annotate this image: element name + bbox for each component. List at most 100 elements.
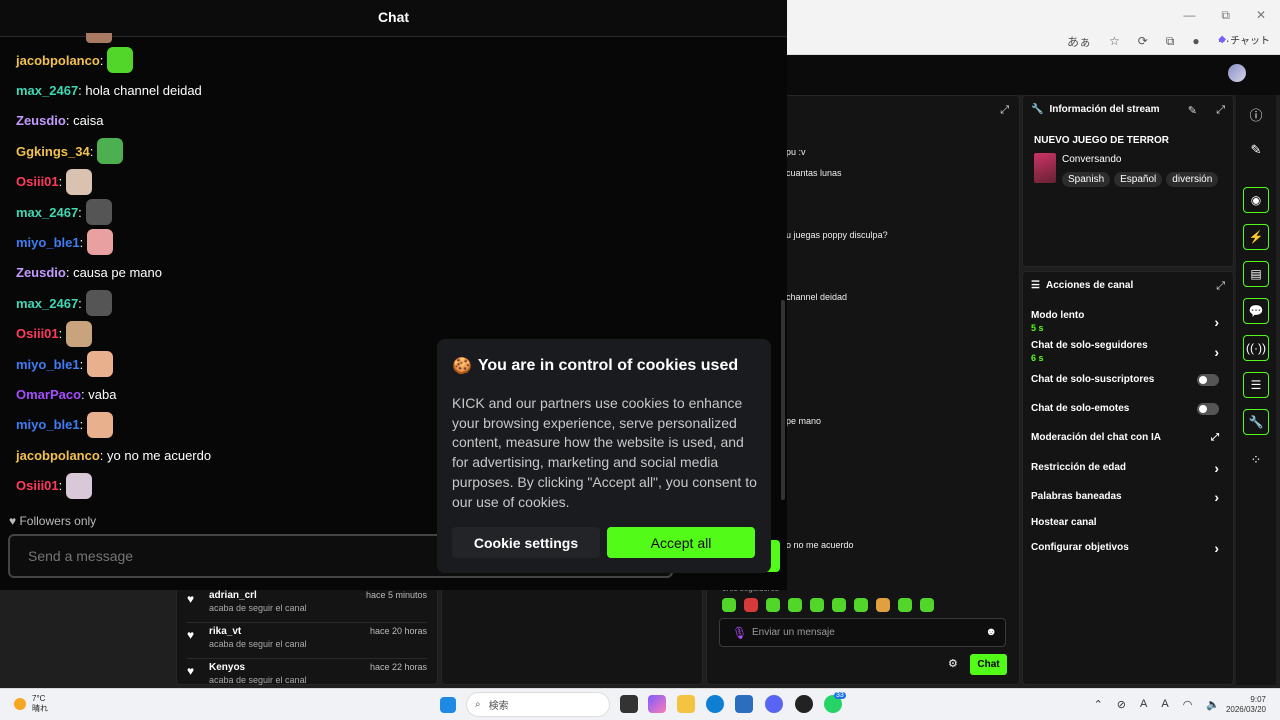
emote-button[interactable] [722, 598, 736, 612]
follower-row[interactable]: ♥ rika_vt hace 20 horas acaba de seguir el … [187, 626, 427, 659]
chat-username[interactable]: miyo_ble1 [16, 357, 80, 372]
channel-action-row[interactable]: Chat de solo-seguidores 6 s › [1031, 340, 1223, 363]
external-link-icon[interactable]: ⤢ [1211, 432, 1219, 443]
network-icon[interactable]: ⊘ [1117, 698, 1126, 711]
channel-action-row[interactable]: Hostear canal [1031, 517, 1223, 528]
chat-username[interactable]: jacobpolanco [16, 448, 100, 463]
popout-icon[interactable]: ⤢ [1216, 104, 1225, 117]
task-view-icon[interactable] [620, 695, 638, 713]
follower-row[interactable]: ♥ adrian_crl hace 5 minutos acaba de seguir… [187, 590, 427, 623]
emote-button[interactable] [832, 598, 846, 612]
profile-icon[interactable]: ● [1192, 34, 1199, 48]
channel-action-row[interactable]: Chat de solo-suscriptores [1031, 374, 1223, 386]
copilot-button[interactable]: ◆ チャット [1218, 32, 1270, 47]
taskbar-search[interactable]: ⌕ 検索 [466, 692, 610, 717]
restore-button[interactable]: ⧉ [1221, 8, 1230, 23]
copilot-app-icon[interactable] [648, 695, 666, 713]
chevron-right-icon[interactable]: › [1214, 314, 1219, 330]
obs-icon[interactable] [795, 695, 813, 713]
favorite-icon[interactable]: ☆ [1109, 34, 1120, 48]
cookie-settings-button[interactable]: Cookie settings [452, 527, 600, 558]
accept-all-button[interactable]: Accept all [607, 527, 755, 558]
apps-icon[interactable]: ⁘ [1243, 447, 1269, 473]
chat-username[interactable]: Ggkings_34 [16, 144, 90, 159]
font-icon[interactable]: A [1140, 698, 1147, 711]
popout-icon[interactable]: ⤢ [1000, 104, 1009, 117]
lightning-icon[interactable]: ⚡ [1243, 224, 1269, 250]
wrench-icon[interactable]: 🔧 [1243, 409, 1269, 435]
follower-name[interactable]: rika_vt [209, 626, 241, 637]
split-screen-icon[interactable]: ⧉ [1166, 34, 1175, 49]
translate-icon[interactable]: あぁ [1067, 33, 1091, 50]
chat-username[interactable]: miyo_ble1 [16, 235, 80, 250]
extensions-icon[interactable]: ⟳ [1138, 34, 1148, 48]
category-name[interactable]: Conversando [1062, 154, 1121, 165]
follower-name[interactable]: Kenyos [209, 662, 245, 673]
pencil-icon[interactable]: ✎ [1243, 137, 1269, 163]
chat-settings-icon[interactable]: ⚙ [948, 657, 958, 670]
channel-action-row[interactable]: Configurar objetivos › [1031, 540, 1223, 556]
toggle-switch[interactable] [1197, 403, 1219, 415]
chat-username[interactable]: Zeusdio [16, 113, 66, 128]
chevron-up-icon[interactable]: ⌃ [1094, 698, 1103, 711]
camera-icon[interactable]: ◉ [1243, 187, 1269, 213]
chat-username[interactable]: OmarPaco [16, 387, 81, 402]
chat-username[interactable]: miyo_ble1 [16, 417, 80, 432]
edit-icon[interactable]: ✎ [1188, 104, 1197, 117]
chat-username[interactable]: max_2467 [16, 83, 78, 98]
edge-icon[interactable] [706, 695, 724, 713]
chevron-right-icon[interactable]: › [1214, 540, 1219, 556]
chat-bubble-icon[interactable]: 💬 [1243, 298, 1269, 324]
emote-button[interactable] [788, 598, 802, 612]
emote-button[interactable] [920, 598, 934, 612]
chat-username[interactable]: max_2467 [16, 296, 78, 311]
emoji-icon[interactable]: ☻ [985, 626, 997, 638]
discord-icon[interactable] [765, 695, 783, 713]
channel-action-row[interactable]: Restricción de edad › [1031, 460, 1223, 476]
channel-action-row[interactable]: Palabras baneadas › [1031, 489, 1223, 505]
actions-icon[interactable]: ☰ [1243, 372, 1269, 398]
category-thumbnail[interactable] [1034, 153, 1056, 183]
wifi-icon[interactable]: ◠ [1183, 698, 1193, 711]
chevron-right-icon[interactable]: › [1214, 489, 1219, 505]
chevron-right-icon[interactable]: › [1214, 344, 1219, 360]
emote-button[interactable] [876, 598, 890, 612]
emote-button[interactable] [854, 598, 868, 612]
store-icon[interactable] [735, 695, 753, 713]
user-avatar[interactable] [1228, 64, 1246, 82]
minimize-button[interactable]: — [1183, 8, 1195, 23]
chat-scrollbar[interactable] [781, 300, 785, 500]
chat-username[interactable]: Zeusdio [16, 265, 66, 280]
chat-message: max_2467: [16, 289, 112, 317]
dashboard-chat-input[interactable]: 🎙 Enviar un mensaje ☻ [719, 618, 1006, 647]
channel-action-row[interactable]: Chat de solo-emotes [1031, 403, 1223, 415]
tag: Spanish [1062, 172, 1111, 187]
follower-name[interactable]: adrian_crl [209, 590, 257, 601]
chat-username[interactable]: Osiii01 [16, 174, 59, 189]
broadcast-icon[interactable]: ((·)) [1243, 335, 1269, 361]
clock[interactable]: 9:07 2026/03/20 [1226, 695, 1266, 715]
ime-icon[interactable]: A [1161, 698, 1168, 711]
emote-button[interactable] [898, 598, 912, 612]
chat-username[interactable]: Osiii01 [16, 478, 59, 493]
emote-button[interactable] [810, 598, 824, 612]
chevron-right-icon[interactable]: › [1214, 460, 1219, 476]
start-icon[interactable] [440, 697, 456, 713]
chat-username[interactable]: max_2467 [16, 205, 78, 220]
microphone-icon[interactable]: 🎙 [732, 626, 747, 640]
channel-action-row[interactable]: Modo lento 5 s › [1031, 310, 1223, 333]
volume-icon[interactable]: 🔈 [1206, 698, 1220, 711]
chat-username[interactable]: jacobpolanco [16, 53, 100, 68]
close-window-button[interactable]: ✕ [1256, 8, 1266, 23]
chat-username[interactable]: Osiii01 [16, 326, 59, 341]
weather-widget[interactable]: 7°C 晴れ [14, 694, 48, 714]
info-icon[interactable]: ⓘ [1243, 101, 1269, 127]
emote-button[interactable] [766, 598, 780, 612]
file-explorer-icon[interactable] [677, 695, 695, 713]
channel-action-row[interactable]: Moderación del chat con IA ⤢ [1031, 432, 1223, 443]
emote-button[interactable] [744, 598, 758, 612]
document-icon[interactable]: ▤ [1243, 261, 1269, 287]
toggle-switch[interactable] [1197, 374, 1219, 386]
popout-icon[interactable]: ⤢ [1216, 280, 1225, 293]
dashboard-chat-send-button[interactable]: Chat [970, 654, 1007, 675]
